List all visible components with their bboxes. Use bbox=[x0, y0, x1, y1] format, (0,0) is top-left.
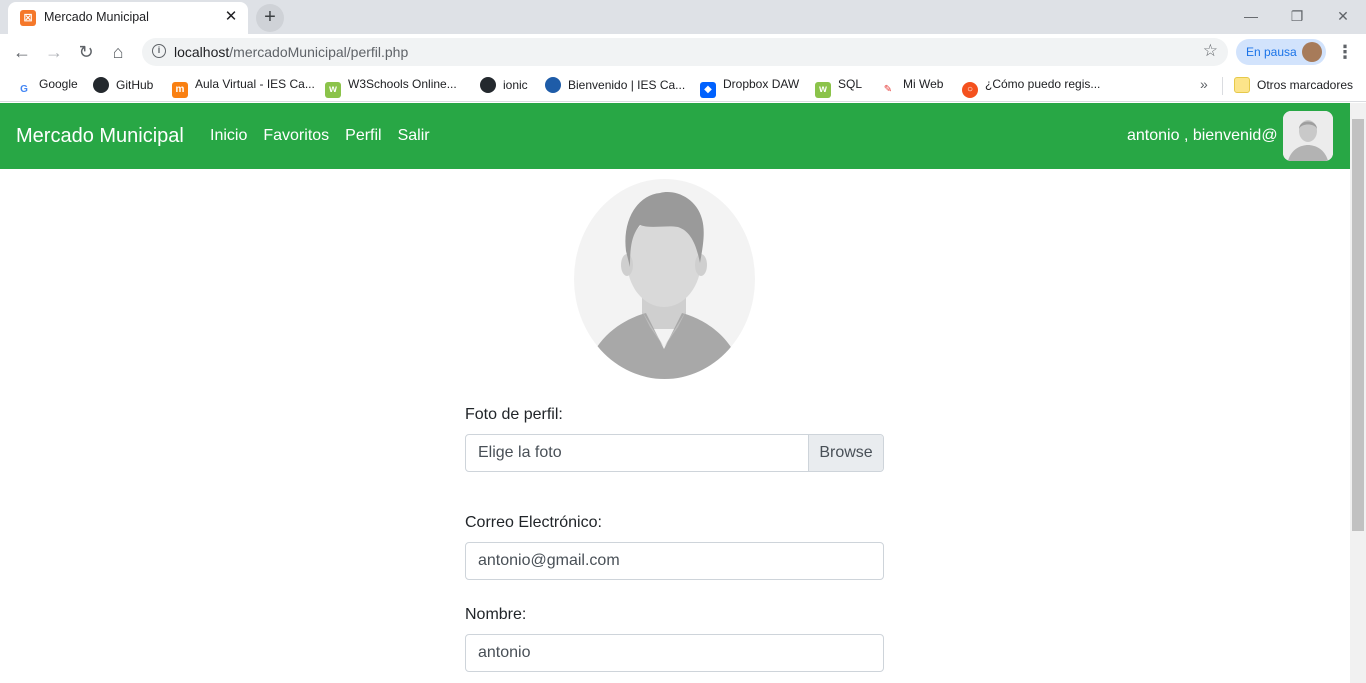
address-bar[interactable]: i localhost/mercadoMunicipal/perfil.php … bbox=[142, 38, 1228, 66]
bookmark-star-icon[interactable]: ☆ bbox=[1203, 41, 1218, 61]
bookmark-label: ¿Cómo puedo regis... bbox=[985, 77, 1101, 91]
bookmark-label: SQL bbox=[838, 77, 863, 91]
browse-button[interactable]: Browse bbox=[808, 435, 883, 471]
name-label: Nombre: bbox=[465, 606, 527, 623]
bookmark-w3schools[interactable]: w W3Schools Online... bbox=[325, 77, 457, 98]
bookmark-label: Aula Virtual - IES Ca... bbox=[195, 77, 315, 91]
profile-picture bbox=[574, 179, 755, 379]
browser-toolbar: ← → ↻ ⌂ i localhost/mercadoMunicipal/per… bbox=[0, 34, 1366, 70]
bookmark-label: Bienvenido | IES Ca... bbox=[568, 78, 686, 92]
close-tab-icon[interactable]: ✕ bbox=[222, 8, 240, 26]
help-icon: ○ bbox=[962, 82, 978, 98]
url-path: /mercadoMunicipal/perfil.php bbox=[229, 44, 409, 60]
photo-file-input[interactable]: Elige la foto Browse bbox=[465, 434, 884, 472]
url-text[interactable]: localhost/mercadoMunicipal/perfil.php bbox=[174, 44, 408, 60]
moodle-icon: m bbox=[172, 82, 188, 98]
bookmark-aula-virtual[interactable]: m Aula Virtual - IES Ca... bbox=[172, 77, 315, 98]
nav-inicio[interactable]: Inicio bbox=[210, 127, 247, 145]
profile-status: En pausa bbox=[1246, 45, 1297, 59]
tab-title: Mercado Municipal bbox=[44, 10, 149, 24]
email-field[interactable] bbox=[465, 542, 884, 580]
bookmark-dropbox[interactable]: ◆ Dropbox DAW bbox=[700, 77, 799, 98]
close-window-icon[interactable]: ✕ bbox=[1320, 4, 1366, 28]
scrollbar-thumb[interactable] bbox=[1352, 119, 1364, 531]
xampp-icon: ⊠ bbox=[20, 10, 36, 26]
bookmark-label: Mi Web bbox=[903, 77, 944, 91]
github-icon bbox=[93, 77, 109, 93]
folder-icon bbox=[1234, 77, 1250, 93]
bookmarks-bar: G Google GitHub m Aula Virtual - IES Ca...… bbox=[0, 70, 1366, 102]
photo-label: Foto de perfil: bbox=[465, 406, 563, 423]
welcome-text: antonio , bienvenid@ bbox=[1127, 127, 1278, 144]
back-icon[interactable]: ← bbox=[10, 40, 34, 64]
w3schools-icon: w bbox=[815, 82, 831, 98]
bookmark-como-puedo[interactable]: ○ ¿Cómo puedo regis... bbox=[962, 77, 1100, 98]
forward-icon[interactable]: → bbox=[42, 40, 66, 64]
google-icon: G bbox=[16, 82, 32, 98]
bookmark-bienvenido[interactable]: Bienvenido | IES Ca... bbox=[545, 77, 685, 93]
name-field[interactable] bbox=[465, 634, 884, 672]
bookmark-label: ionic bbox=[503, 78, 528, 92]
bookmark-ionic[interactable]: ionic bbox=[480, 77, 528, 93]
divider bbox=[1222, 77, 1223, 95]
bookmark-label: W3Schools Online... bbox=[348, 77, 457, 91]
menu-icon[interactable]: ⋮ bbox=[1336, 40, 1354, 64]
bookmark-github[interactable]: GitHub bbox=[93, 77, 153, 93]
github-icon bbox=[480, 77, 496, 93]
web-icon: ✎ bbox=[880, 82, 896, 98]
bookmark-label: Dropbox DAW bbox=[723, 77, 800, 91]
dropbox-icon: ◆ bbox=[700, 82, 716, 98]
email-label: Correo Electrónico: bbox=[465, 514, 602, 531]
bookmark-label: GitHub bbox=[116, 78, 154, 92]
restore-icon[interactable]: ❐ bbox=[1274, 4, 1320, 28]
reload-icon[interactable]: ↻ bbox=[74, 40, 98, 64]
info-icon[interactable]: i bbox=[152, 44, 166, 58]
w3schools-icon: w bbox=[325, 82, 341, 98]
bookmark-mi-web[interactable]: ✎ Mi Web bbox=[880, 77, 943, 98]
bookmark-other[interactable]: Otros marcadores bbox=[1234, 77, 1353, 93]
nav-favoritos[interactable]: Favoritos bbox=[263, 127, 329, 145]
brand-logo[interactable]: Mercado Municipal bbox=[16, 125, 184, 148]
new-tab-icon[interactable]: + bbox=[256, 4, 284, 32]
bookmark-sql[interactable]: w SQL bbox=[815, 77, 862, 98]
nav-salir[interactable]: Salir bbox=[398, 127, 430, 145]
user-avatar-icon[interactable] bbox=[1283, 111, 1333, 161]
bookmark-google[interactable]: G Google bbox=[16, 77, 78, 98]
nav-perfil[interactable]: Perfil bbox=[345, 127, 381, 145]
more-bookmarks-icon[interactable]: » bbox=[1200, 76, 1208, 92]
site-navbar: Mercado Municipal Inicio Favoritos Perfi… bbox=[0, 103, 1350, 169]
bookmark-label: Google bbox=[39, 77, 78, 91]
url-host: localhost bbox=[174, 44, 230, 60]
photo-placeholder: Elige la foto bbox=[478, 444, 562, 461]
profile-avatar bbox=[1302, 42, 1322, 62]
minimize-icon[interactable]: — bbox=[1228, 4, 1274, 28]
home-icon[interactable]: ⌂ bbox=[106, 40, 130, 64]
site-icon bbox=[545, 77, 561, 93]
bookmark-label: Otros marcadores bbox=[1257, 78, 1354, 92]
browser-tab[interactable]: ⊠ Mercado Municipal ✕ bbox=[8, 2, 248, 34]
profile-button[interactable]: En pausa bbox=[1236, 39, 1326, 65]
browser-tabstrip: ⊠ Mercado Municipal ✕ + — ❐ ✕ bbox=[0, 0, 1366, 34]
nav-links: Inicio Favoritos Perfil Salir bbox=[210, 127, 430, 145]
page-scrollbar[interactable] bbox=[1350, 103, 1366, 683]
